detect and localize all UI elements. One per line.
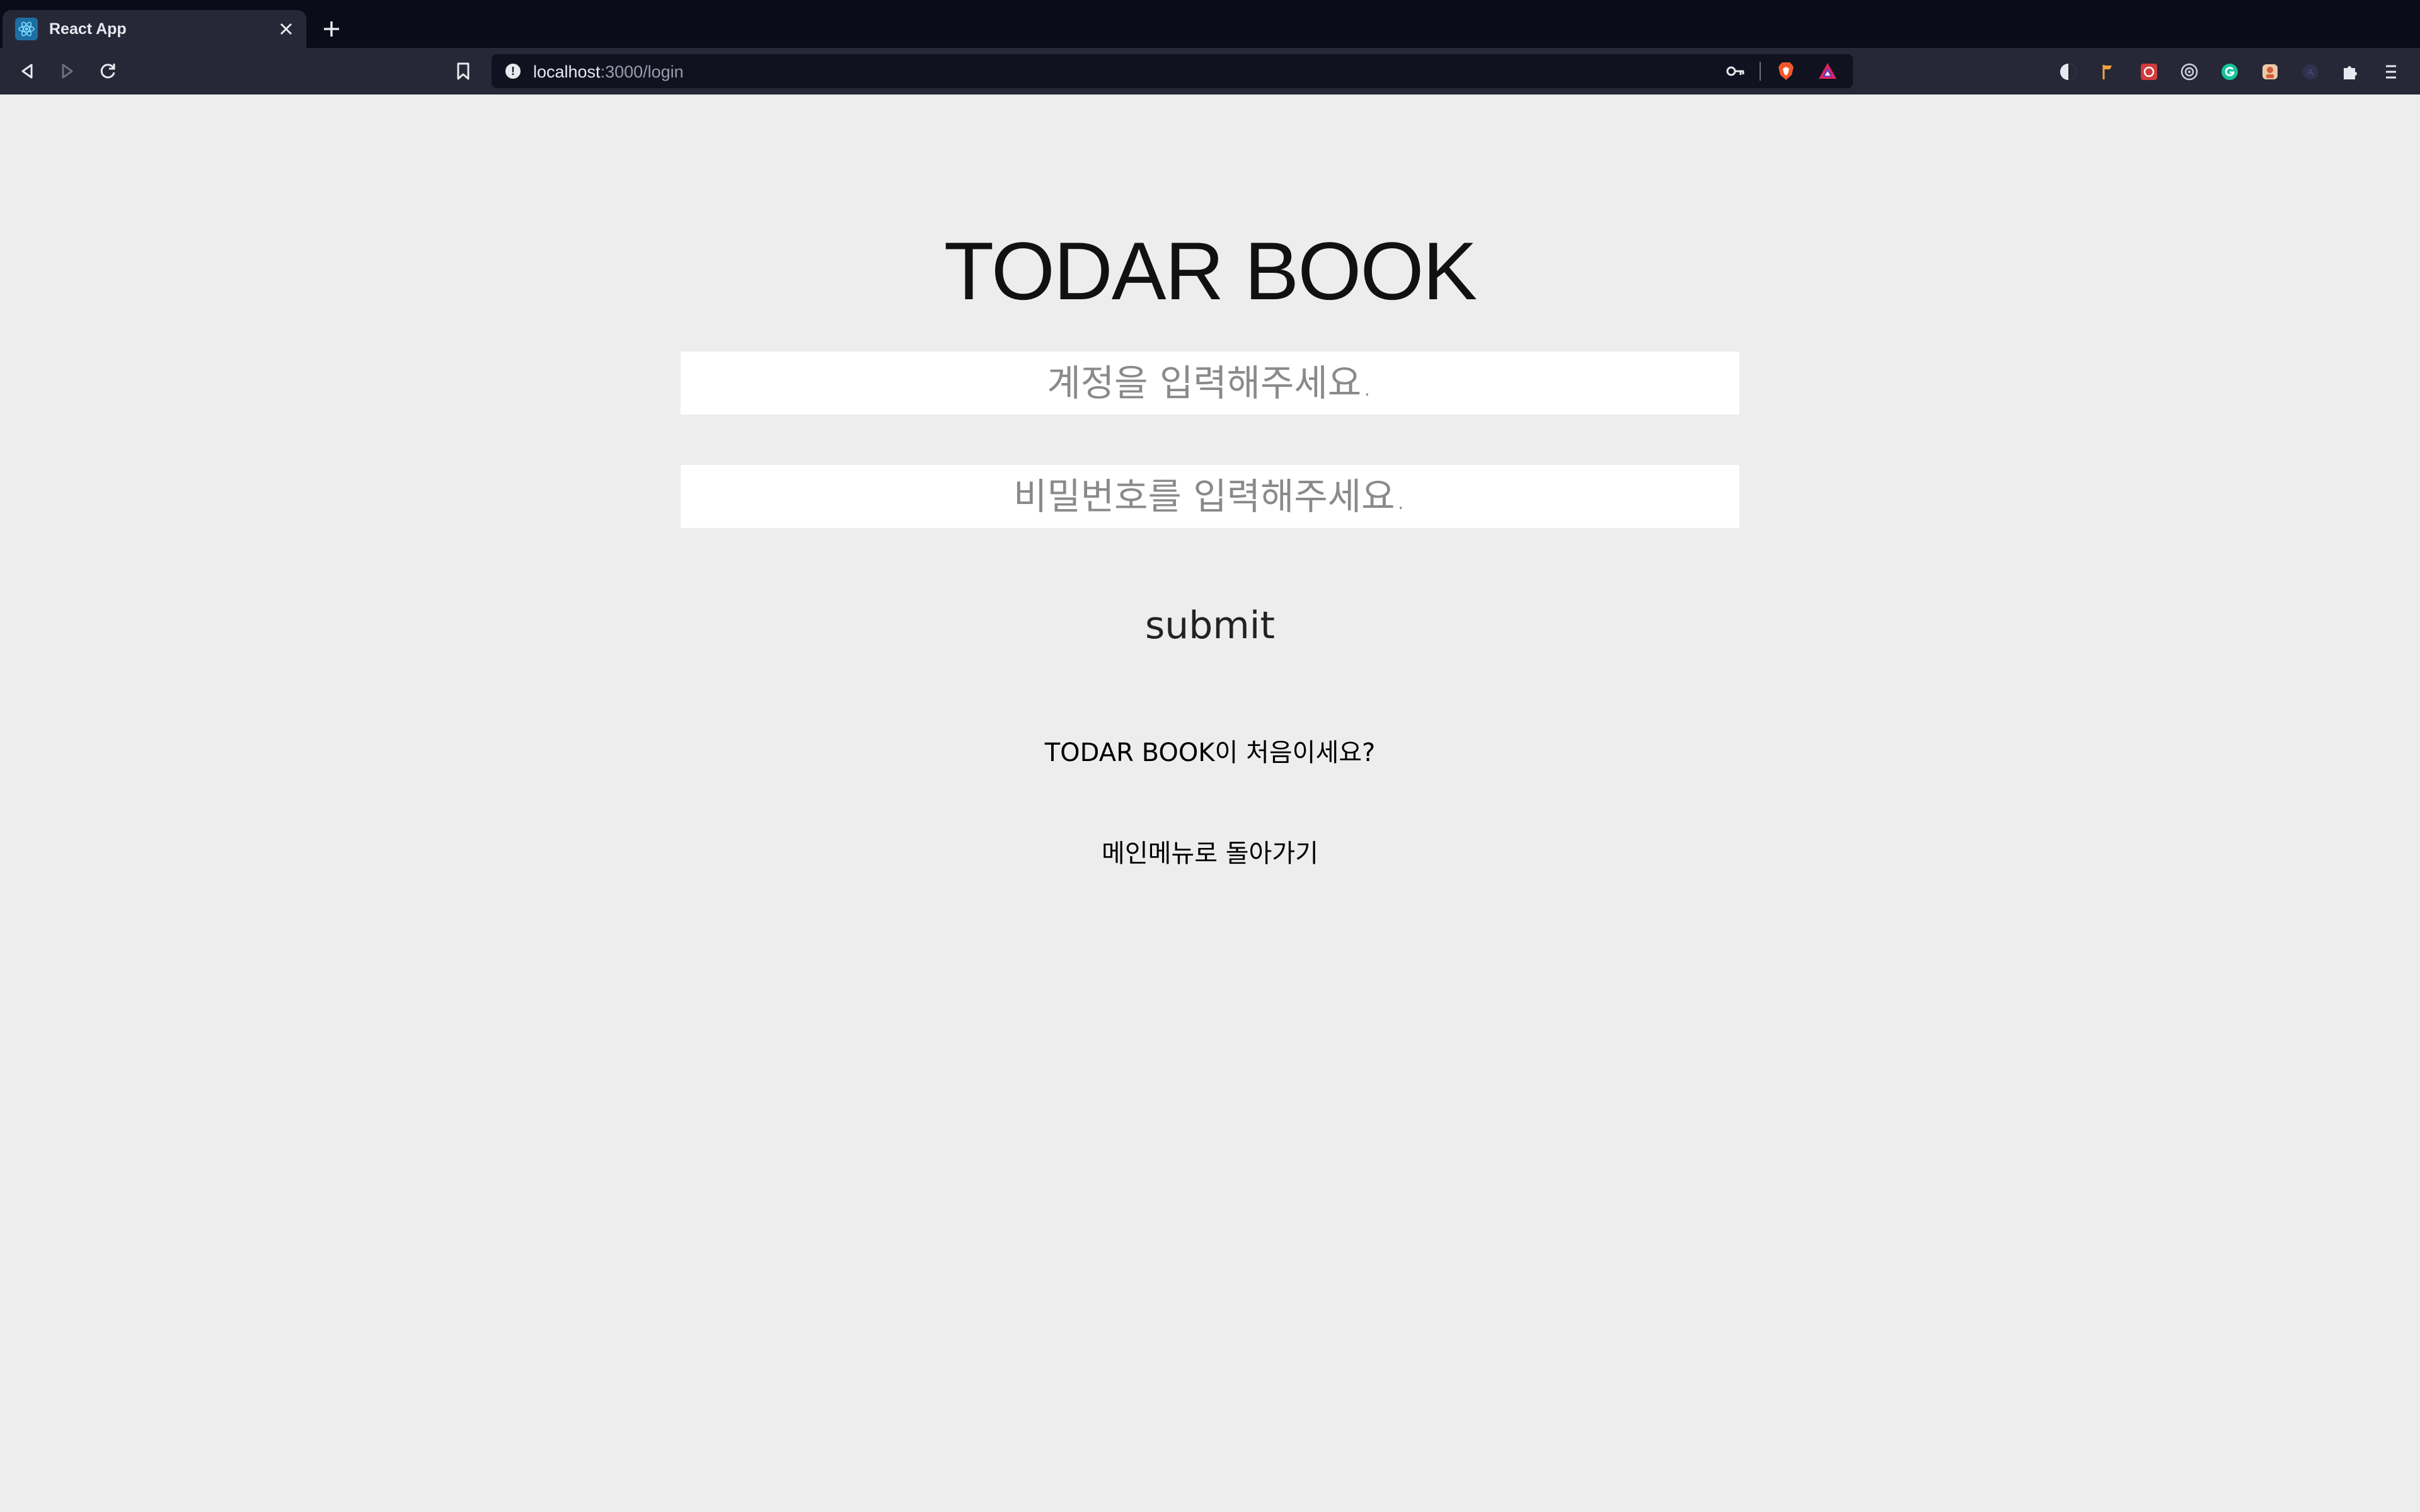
react-icon bbox=[15, 18, 38, 40]
page-title: TODAR BOOK bbox=[943, 225, 1477, 317]
extension-dim-icon[interactable]: A bbox=[2300, 62, 2320, 82]
extension-avatar-icon[interactable] bbox=[2260, 62, 2280, 82]
url-path: :3000/login bbox=[600, 62, 684, 81]
info-icon[interactable]: ! bbox=[505, 64, 521, 79]
signup-link[interactable]: TODAR BOOK이 처음이세요? bbox=[0, 732, 2420, 769]
key-icon[interactable] bbox=[1726, 62, 1746, 80]
puzzle-icon[interactable] bbox=[2341, 62, 2361, 82]
browser-toolbar: ! localhost:3000/login A bbox=[0, 48, 2420, 94]
login-page: TODAR BOOK submit TODAR BOOK이 처음이세요? 메인메… bbox=[0, 94, 2420, 1512]
reload-icon[interactable] bbox=[93, 57, 122, 86]
extension-target-icon[interactable] bbox=[2179, 62, 2199, 82]
extension-flag-icon[interactable] bbox=[2099, 62, 2119, 82]
forward-icon[interactable] bbox=[53, 57, 82, 86]
browser-tabstrip: React App bbox=[0, 0, 2420, 48]
omnibox-divider bbox=[1760, 62, 1761, 81]
extension-circle-icon[interactable] bbox=[2058, 62, 2078, 82]
extension-red-icon[interactable] bbox=[2139, 62, 2159, 82]
submit-button[interactable]: submit bbox=[1021, 591, 1399, 660]
svg-text:A: A bbox=[2307, 67, 2313, 77]
browser-tab[interactable]: React App bbox=[3, 10, 306, 48]
brave-lion-icon[interactable] bbox=[1776, 61, 1796, 81]
url-text[interactable]: localhost:3000/login bbox=[533, 62, 684, 82]
hamburger-icon[interactable] bbox=[2381, 62, 2401, 82]
brave-rewards-icon[interactable] bbox=[1818, 61, 1838, 81]
bookmark-icon[interactable] bbox=[449, 57, 478, 86]
plus-icon[interactable] bbox=[319, 16, 344, 42]
close-icon[interactable] bbox=[275, 18, 297, 40]
address-bar[interactable]: ! localhost:3000/login bbox=[492, 54, 1853, 88]
grammarly-icon[interactable] bbox=[2220, 62, 2240, 82]
tab-title: React App bbox=[49, 20, 127, 38]
url-host: localhost bbox=[533, 62, 601, 81]
main-menu-link[interactable]: 메인메뉴로 돌아가기 bbox=[0, 833, 2420, 869]
account-input[interactable] bbox=[681, 352, 1739, 415]
back-icon[interactable] bbox=[13, 57, 42, 86]
password-input[interactable] bbox=[681, 465, 1739, 528]
